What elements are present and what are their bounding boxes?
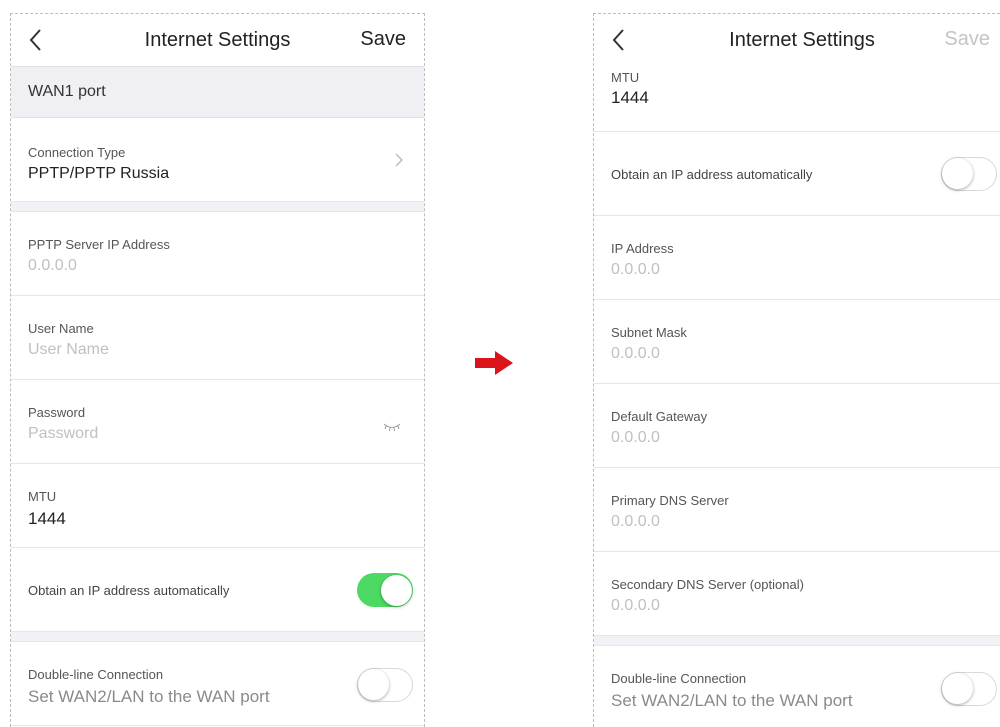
ip-address-input[interactable]: 0.0.0.0 — [611, 261, 1000, 279]
secondary-dns-input[interactable]: 0.0.0.0 — [611, 597, 1000, 615]
section-gap — [11, 632, 424, 642]
primary-dns-row[interactable]: Primary DNS Server 0.0.0.0 — [594, 468, 1000, 552]
pptp-server-label: PPTP Server IP Address — [28, 237, 170, 252]
obtain-ip-label: Obtain an IP address automatically — [28, 583, 230, 598]
mtu-input[interactable]: 1444 — [611, 88, 1000, 108]
subnet-mask-label: Subnet Mask — [611, 325, 687, 340]
pptp-server-input[interactable]: 0.0.0.0 — [28, 257, 424, 275]
mtu-label: MTU — [611, 70, 640, 85]
obtain-ip-toggle[interactable] — [941, 157, 997, 191]
section-gap — [594, 636, 1000, 646]
default-gateway-input[interactable]: 0.0.0.0 — [611, 429, 1000, 447]
toggle-knob — [942, 673, 973, 704]
toggle-knob — [381, 574, 412, 606]
toggle-knob — [358, 669, 389, 700]
save-button[interactable]: Save — [360, 28, 406, 51]
mtu-label: MTU — [28, 489, 57, 504]
obtain-ip-label: Obtain an IP address automatically — [611, 167, 813, 182]
subnet-mask-input[interactable]: 0.0.0.0 — [611, 345, 1000, 363]
connection-type-row[interactable]: Connection Type PPTP/PPTP Russia — [11, 118, 424, 202]
default-gateway-row[interactable]: Default Gateway 0.0.0.0 — [594, 384, 1000, 468]
right-arrow-icon — [475, 351, 513, 375]
page-title: Internet Settings — [729, 28, 875, 51]
eye-closed-icon[interactable] — [382, 422, 402, 432]
secondary-dns-label: Secondary DNS Server (optional) — [611, 577, 804, 592]
user-name-input[interactable]: User Name — [28, 341, 424, 359]
subnet-mask-row[interactable]: Subnet Mask 0.0.0.0 — [594, 300, 1000, 384]
double-line-toggle[interactable] — [941, 672, 997, 706]
password-row[interactable]: Password Password — [11, 380, 424, 464]
ip-address-label: IP Address — [611, 241, 674, 256]
mtu-input[interactable]: 1444 — [28, 509, 424, 529]
double-line-row: Double-line Connection Set WAN2/LAN to t… — [11, 642, 424, 726]
double-line-row: Double-line Connection Set WAN2/LAN to t… — [594, 646, 1000, 727]
right-screen: Internet Settings Save MTU 1444 Obtain a… — [593, 13, 1000, 727]
connection-type-label: Connection Type — [28, 145, 126, 160]
chevron-right-icon — [395, 153, 403, 167]
default-gateway-label: Default Gateway — [611, 409, 708, 424]
obtain-ip-toggle[interactable] — [357, 573, 413, 607]
password-input[interactable]: Password — [28, 425, 424, 443]
ip-address-row[interactable]: IP Address 0.0.0.0 — [594, 216, 1000, 300]
nav-bar: Internet Settings Save — [594, 14, 1000, 66]
connection-type-value: PPTP/PPTP Russia — [28, 165, 170, 182]
pptp-server-row[interactable]: PPTP Server IP Address 0.0.0.0 — [11, 212, 424, 296]
mtu-row[interactable]: MTU 1444 — [594, 66, 1000, 132]
save-button[interactable]: Save — [944, 28, 990, 51]
obtain-ip-row: Obtain an IP address automatically — [11, 548, 424, 632]
back-chevron-icon[interactable] — [608, 26, 632, 54]
secondary-dns-row[interactable]: Secondary DNS Server (optional) 0.0.0.0 — [594, 552, 1000, 636]
primary-dns-input[interactable]: 0.0.0.0 — [611, 513, 1000, 531]
nav-bar: Internet Settings Save — [11, 14, 424, 66]
primary-dns-label: Primary DNS Server — [611, 493, 729, 508]
password-label: Password — [28, 405, 86, 420]
double-line-toggle[interactable] — [357, 668, 413, 702]
section-gap — [11, 202, 424, 212]
back-chevron-icon[interactable] — [25, 26, 49, 54]
section-header-wan1: WAN1 port — [11, 66, 424, 118]
user-name-label: User Name — [28, 321, 94, 336]
toggle-knob — [942, 158, 973, 189]
obtain-ip-row: Obtain an IP address automatically — [594, 132, 1000, 216]
user-name-row[interactable]: User Name User Name — [11, 296, 424, 380]
mtu-row[interactable]: MTU 1444 — [11, 464, 424, 548]
left-screen: Internet Settings Save WAN1 port Connect… — [10, 13, 425, 727]
